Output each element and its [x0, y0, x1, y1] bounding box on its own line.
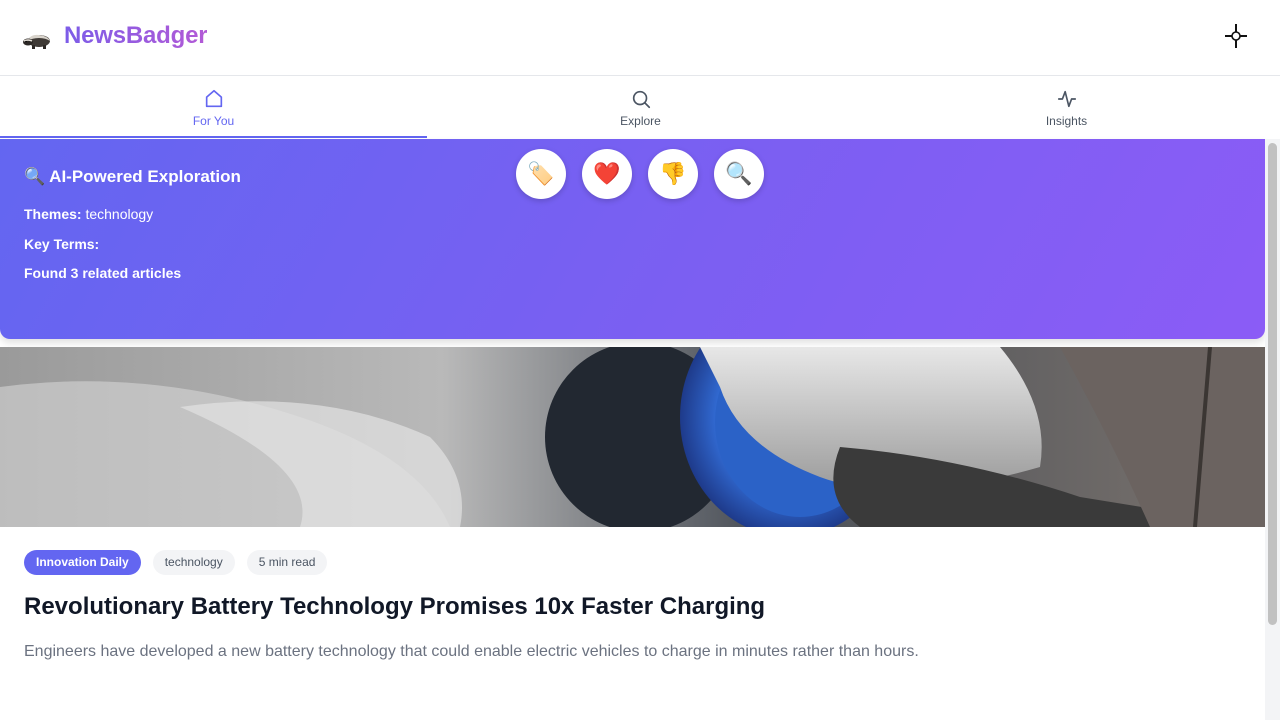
tab-label: Insights	[1045, 114, 1088, 128]
search-icon	[632, 90, 650, 109]
magnifier-icon: 🔍	[725, 161, 753, 186]
article-title[interactable]: Revolutionary Battery Technology Promise…	[24, 593, 765, 621]
badger-icon	[23, 34, 50, 49]
activity-icon	[1057, 90, 1076, 108]
app-title: NewsBadger	[64, 22, 208, 49]
explore-button[interactable]: 🔍	[714, 149, 764, 199]
read-time: 5 min read	[246, 550, 328, 575]
key-terms-line: Key Terms:	[24, 236, 99, 252]
themes-label: Themes:	[24, 206, 82, 222]
home-icon	[205, 89, 222, 108]
exploration-title: 🔍 AI-Powered Exploration	[24, 167, 241, 187]
magnifier-emoji-icon: 🔍	[24, 167, 46, 186]
themes-value: technology	[85, 206, 154, 222]
app-header: NewsBadger	[0, 0, 1280, 76]
themes-line: Themes: technology	[24, 206, 153, 222]
crosshair-icon[interactable]	[1222, 22, 1250, 50]
tag-icon: 🏷️	[527, 161, 555, 186]
like-button[interactable]: ❤️	[582, 149, 632, 199]
dislike-button[interactable]: 👎	[648, 149, 698, 199]
found-count: Found 3 related articles	[24, 265, 182, 281]
exploration-title-text: AI-Powered Exploration	[49, 167, 241, 186]
tab-for-you[interactable]: For You	[0, 76, 427, 138]
tab-bar: For You Explore Insights	[0, 76, 1280, 138]
tab-explore[interactable]: Explore	[427, 76, 854, 138]
category-tag[interactable]: technology	[152, 550, 235, 575]
heart-icon: ❤️	[593, 161, 621, 186]
key-terms-label: Key Terms:	[24, 236, 100, 252]
article-summary: Engineers have developed a new battery t…	[24, 643, 919, 660]
tag-button[interactable]: 🏷️	[516, 149, 566, 199]
tab-label: For You	[192, 114, 235, 128]
article-hero-image[interactable]	[0, 347, 1265, 527]
exploration-panel: 🔍 AI-Powered Exploration Themes: technol…	[0, 139, 1265, 339]
scrollbar-thumb[interactable]	[1268, 143, 1277, 625]
tab-insights[interactable]: Insights	[853, 76, 1280, 138]
thumbs-down-icon: 👎	[659, 161, 687, 186]
tab-label: Explore	[620, 114, 661, 128]
article-meta: Innovation Daily technology 5 min read	[24, 550, 328, 575]
source-badge[interactable]: Innovation Daily	[24, 550, 141, 575]
